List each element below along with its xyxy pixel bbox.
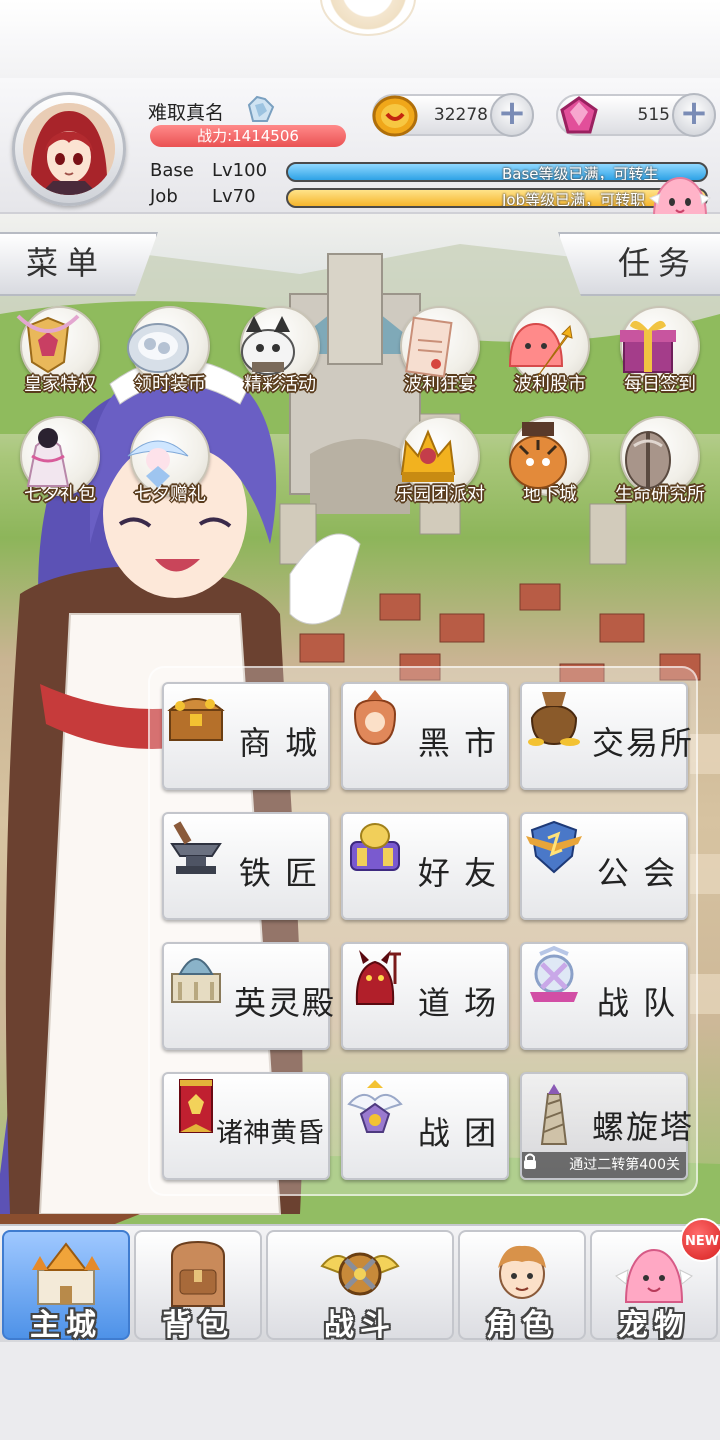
team-button[interactable]: 战 队 [520,942,688,1050]
tab-label: 角色 [486,1308,558,1343]
job-level: Lv70 [212,186,256,207]
new-badge: NEW [680,1218,720,1262]
blacksmith-button[interactable]: 铁 匠 [162,812,330,920]
vip-crystal-icon[interactable] [243,95,277,125]
player-header: 难取真名 战力:1414506 32278 + 515 + Base Lv100… [0,78,720,214]
gem-icon [554,92,604,140]
friends-button[interactable]: 好 友 [341,812,509,920]
dojo-devil-icon [355,950,401,1005]
gem-counter: 515 + [556,93,716,137]
spiral-tower-lock-note: 通过二转第400关 [522,1152,686,1178]
base-exp-bar: Base等级已满，可转生 [286,162,708,182]
base-level: Lv100 [212,160,268,181]
player-name: 难取真名 [148,102,225,124]
tab-main-city[interactable]: 主城 [2,1230,130,1343]
feature-poring-stock[interactable]: 波利股市 [498,306,602,396]
base-exp-status: Base等级已满，可转生 [502,165,659,182]
dojo-label: 道 场 [417,984,499,1022]
menu-tab[interactable]: 菜单 [0,232,158,296]
gold-value: 32278 [433,105,488,125]
guild-button[interactable]: 公 会 [520,812,688,920]
legion-label: 战 团 [417,1114,499,1152]
spiral-tower-button[interactable]: 螺旋塔 通过二转第400关 [520,1072,695,1180]
job-label: Job [150,186,178,207]
feature-daily-signin[interactable]: 每日签到 [608,306,712,396]
money-bag-icon [528,692,580,746]
feature-fashion-coin[interactable]: 领时装币 [118,306,222,396]
gold-counter: 32278 + [372,93,534,137]
feature-party[interactable]: 乐园团派对 [388,416,492,506]
shop-label: 商 城 [238,724,320,762]
base-label: Base [150,160,194,181]
tab-battle[interactable]: 战斗 [266,1230,454,1343]
top-ornament-icon [320,0,416,36]
friends-label: 好 友 [417,854,499,892]
valhalla-button[interactable]: 英灵殿 [162,942,337,1050]
blacksmith-label: 铁 匠 [238,854,320,892]
lock-note-text: 通过二转第400关 [569,1157,680,1173]
shop-button[interactable]: 商 城 [162,682,330,790]
tab-label: 宠物 [618,1308,690,1343]
feature-royal-privilege[interactable]: 皇家特权 [8,306,112,396]
black-market-bag-icon [353,690,397,746]
dojo-button[interactable]: 道 场 [341,942,509,1050]
exchange-label: 交易所 [592,724,695,762]
friends-icon [350,823,400,871]
bottom-blank-area [0,1342,720,1440]
valhalla-icon [171,958,221,1003]
tab-backpack[interactable]: 背包 [134,1230,262,1343]
tab-character[interactable]: 角色 [458,1230,586,1343]
feature-life-lab[interactable]: 生命研究所 [608,416,712,506]
feature-poring-feast[interactable]: 波利狂宴 [388,306,492,396]
gold-coin-icon [370,92,420,140]
job-level-row: Job Lv70 [150,186,256,207]
tab-label: 背包 [162,1308,234,1343]
feature-qixi-gift[interactable]: 七夕赠礼 [118,416,222,506]
team-label: 战 队 [596,984,678,1022]
treasure-chest-icon [167,698,225,741]
spiral-tower-icon [540,1084,568,1145]
feature-qixi-pack[interactable]: 七夕礼包 [8,416,112,506]
valhalla-label: 英灵殿 [234,984,337,1022]
team-crest-icon [530,945,578,1002]
lock-icon [524,1153,563,1173]
task-tab[interactable]: 任务 [558,232,720,296]
anvil-icon [170,821,222,874]
add-gem-button[interactable]: + [672,93,716,137]
base-level-row: Base Lv100 [150,160,267,181]
guild-shield-icon [526,820,582,874]
combat-power: 战力:1414506 [150,125,346,147]
feature-events[interactable]: 精彩活动 [228,306,332,396]
black-market-button[interactable]: 黑 市 [341,682,509,790]
legion-button[interactable]: 战 团 [341,1072,509,1180]
avatar-portrait-icon [23,103,115,195]
tab-label: 主城 [30,1308,102,1343]
add-gold-button[interactable]: + [490,93,534,137]
ragnarok-label: 诸神黄昏 [216,1118,324,1149]
job-exp-status: Job等级已满，可转职 [502,191,646,208]
feature-dungeon[interactable]: 地下城 [498,416,602,506]
function-grid-panel: 商 城 黑 市 交易所 铁 匠 好 友 公 会 英灵殿 道 场 战 队 诸神黄昏… [148,666,698,1196]
exchange-button[interactable]: 交易所 [520,682,695,790]
spiral-tower-label: 螺旋塔 [592,1108,695,1146]
ragnarok-button[interactable]: 诸神黄昏 [162,1072,330,1180]
tab-pet[interactable]: 宠物 NEW [590,1218,720,1343]
gem-value: 515 [637,105,670,125]
tab-label: 战斗 [324,1308,396,1343]
legion-crest-icon [347,1080,403,1133]
top-strip [0,0,720,78]
black-market-label: 黑 市 [417,724,499,762]
job-exp-bar: Job等级已满，可转职 [286,188,708,208]
avatar[interactable] [12,92,126,206]
main-city-scene: 菜单 任务 皇家特权 领时装币 精彩活动 波利狂宴 波利股市 每日签到 七夕礼包… [0,214,720,1226]
guild-label: 公 会 [596,854,678,892]
bottom-nav: 主城 背包 战斗 角色 宠物 NEW [0,1218,720,1343]
